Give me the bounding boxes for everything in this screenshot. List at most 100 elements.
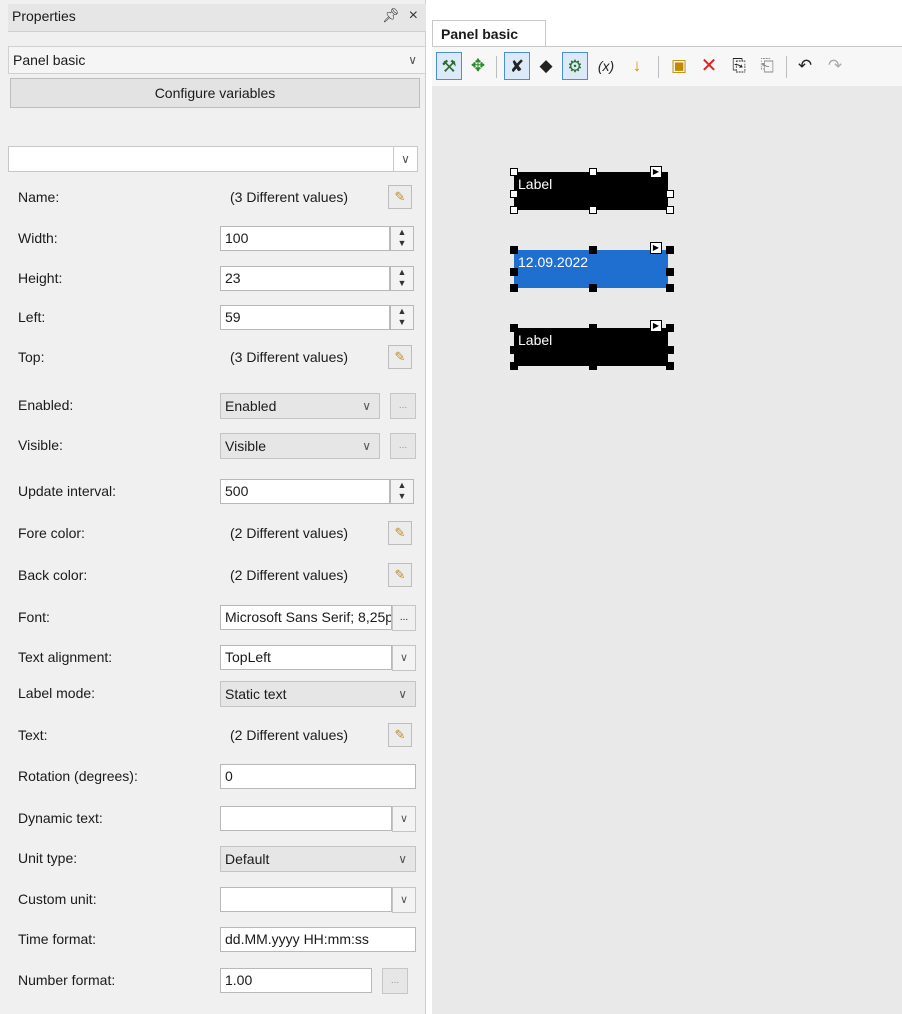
- toolbar-separator: [658, 56, 659, 78]
- number-format-button[interactable]: ...: [382, 968, 408, 994]
- property-filter-combo[interactable]: ∨: [8, 146, 418, 172]
- pencil-icon[interactable]: ✎: [388, 563, 412, 587]
- configure-variables-button[interactable]: Configure variables: [10, 78, 420, 108]
- resize-handle[interactable]: [589, 168, 597, 176]
- chevron-down-icon[interactable]: ∨: [392, 645, 416, 671]
- spinner-icon[interactable]: ▲ ▼: [390, 266, 414, 291]
- more-button[interactable]: ...: [390, 433, 416, 459]
- font-picker-button[interactable]: ...: [392, 605, 416, 631]
- pin-icon[interactable]: 📌︎: [382, 7, 400, 24]
- more-button[interactable]: ...: [390, 393, 416, 419]
- variable-icon[interactable]: (x): [592, 52, 620, 80]
- chevron-down-icon: ∨: [398, 687, 407, 701]
- chevron-down-icon[interactable]: ∨: [392, 806, 416, 832]
- resize-handle[interactable]: [589, 246, 597, 254]
- fore-color-label: Fore color:: [18, 525, 85, 541]
- settings-icon[interactable]: ⚙: [562, 52, 588, 80]
- smart-tag-icon[interactable]: ▶: [650, 320, 662, 332]
- label-mode-label: Label mode:: [18, 685, 96, 701]
- time-format-input[interactable]: dd.MM.yyyy HH:mm:ss: [220, 927, 416, 952]
- date-widget-text: 12.09.2022: [518, 254, 589, 270]
- redo-icon[interactable]: ↷: [822, 52, 848, 80]
- eraser-icon[interactable]: ◆: [534, 52, 558, 80]
- resize-handle[interactable]: [666, 190, 674, 198]
- date-widget[interactable]: 12.09.2022: [514, 250, 668, 288]
- resize-handle[interactable]: [666, 268, 674, 276]
- pencil-icon[interactable]: ✎: [388, 185, 412, 209]
- resize-handle[interactable]: [666, 246, 674, 254]
- resize-handle[interactable]: [666, 206, 674, 214]
- resize-handle[interactable]: [510, 190, 518, 198]
- resize-handle[interactable]: [510, 168, 518, 176]
- resize-handle[interactable]: [510, 346, 518, 354]
- copy-icon[interactable]: ⎘: [726, 52, 752, 80]
- smart-tag-icon[interactable]: ▶: [650, 242, 662, 254]
- designer-panel: Panel basic ⚒ ✥ ✘ ◆ ⚙ (x) ↓ ▣ ✕ ⎘ ⎗ ↶ ↷ …: [432, 0, 902, 1014]
- object-selector[interactable]: Panel basic ∨: [8, 46, 426, 74]
- left-input[interactable]: 59: [220, 305, 390, 330]
- dynamic-text-input[interactable]: [220, 806, 392, 831]
- unit-type-select[interactable]: Default ∨: [220, 846, 416, 872]
- resize-handle[interactable]: [589, 324, 597, 332]
- move-icon[interactable]: ✥: [466, 52, 490, 80]
- spinner-icon[interactable]: ▲ ▼: [390, 226, 414, 251]
- label-mode-select[interactable]: Static text ∨: [220, 681, 416, 707]
- label-widget-1[interactable]: Label: [514, 172, 668, 210]
- toolbar-separator: [786, 56, 787, 78]
- label-widget-2[interactable]: Label: [514, 328, 668, 366]
- paste-icon[interactable]: ⎗: [754, 52, 780, 80]
- row-height: Height: 23 ▲ ▼: [8, 259, 426, 297]
- undo-icon[interactable]: ↶: [792, 52, 818, 80]
- resize-handle[interactable]: [589, 362, 597, 370]
- chevron-down-icon[interactable]: ∨: [392, 887, 416, 913]
- custom-unit-input[interactable]: [220, 887, 392, 912]
- fore-color-value: (2 Different values): [230, 525, 349, 541]
- close-icon[interactable]: ×: [409, 7, 418, 25]
- visible-value: Visible: [225, 438, 266, 454]
- resize-handle[interactable]: [510, 206, 518, 214]
- spinner-icon[interactable]: ▲ ▼: [390, 305, 414, 330]
- row-rotation: Rotation (degrees): 0: [8, 757, 426, 795]
- smart-tag-icon[interactable]: ▶: [650, 166, 662, 178]
- tools-icon[interactable]: ✘: [504, 52, 530, 80]
- width-label: Width:: [18, 230, 58, 246]
- height-input[interactable]: 23: [220, 266, 390, 291]
- rotation-input[interactable]: 0: [220, 764, 416, 789]
- resize-handle[interactable]: [666, 284, 674, 292]
- text-alignment-input[interactable]: TopLeft: [220, 645, 392, 670]
- enabled-select[interactable]: Enabled ∨: [220, 393, 380, 419]
- group-icon[interactable]: ▣: [666, 52, 692, 80]
- resize-handle[interactable]: [589, 206, 597, 214]
- align-bottom-icon[interactable]: ↓: [624, 52, 650, 80]
- visible-select[interactable]: Visible ∨: [220, 433, 380, 459]
- resize-handle[interactable]: [666, 346, 674, 354]
- top-value: (3 Different values): [230, 349, 349, 365]
- chevron-down-icon[interactable]: ∨: [393, 147, 417, 171]
- resize-handle[interactable]: [666, 324, 674, 332]
- resize-handle[interactable]: [666, 362, 674, 370]
- resize-handle[interactable]: [589, 284, 597, 292]
- design-canvas[interactable]: Label ▶ 12.09.2022 ▶ Label ▶: [432, 86, 902, 1014]
- pencil-icon[interactable]: ✎: [388, 723, 412, 747]
- pencil-icon[interactable]: ✎: [388, 521, 412, 545]
- enabled-label: Enabled:: [18, 397, 74, 413]
- resize-handle[interactable]: [510, 268, 518, 276]
- resize-handle[interactable]: [510, 324, 518, 332]
- properties-title: Properties: [12, 8, 76, 24]
- properties-title-bar: Properties 📌︎ ×: [8, 4, 426, 32]
- number-format-input[interactable]: 1.00: [220, 968, 372, 993]
- row-visible: Visible: Visible ∨ ...: [8, 426, 426, 464]
- design-mode-icon[interactable]: ⚒: [436, 52, 462, 80]
- tab-panel-basic[interactable]: Panel basic: [432, 20, 546, 46]
- resize-handle[interactable]: [510, 284, 518, 292]
- delete-icon[interactable]: ✕: [696, 52, 722, 80]
- resize-handle[interactable]: [510, 246, 518, 254]
- spinner-icon[interactable]: ▲ ▼: [390, 479, 414, 504]
- font-input[interactable]: Microsoft Sans Serif; 8,25pt: [220, 605, 392, 630]
- enabled-value: Enabled: [225, 398, 277, 414]
- pencil-icon[interactable]: ✎: [388, 345, 412, 369]
- width-input[interactable]: 100: [220, 226, 390, 251]
- update-interval-input[interactable]: 500: [220, 479, 390, 504]
- rotation-label: Rotation (degrees):: [18, 768, 138, 784]
- resize-handle[interactable]: [510, 362, 518, 370]
